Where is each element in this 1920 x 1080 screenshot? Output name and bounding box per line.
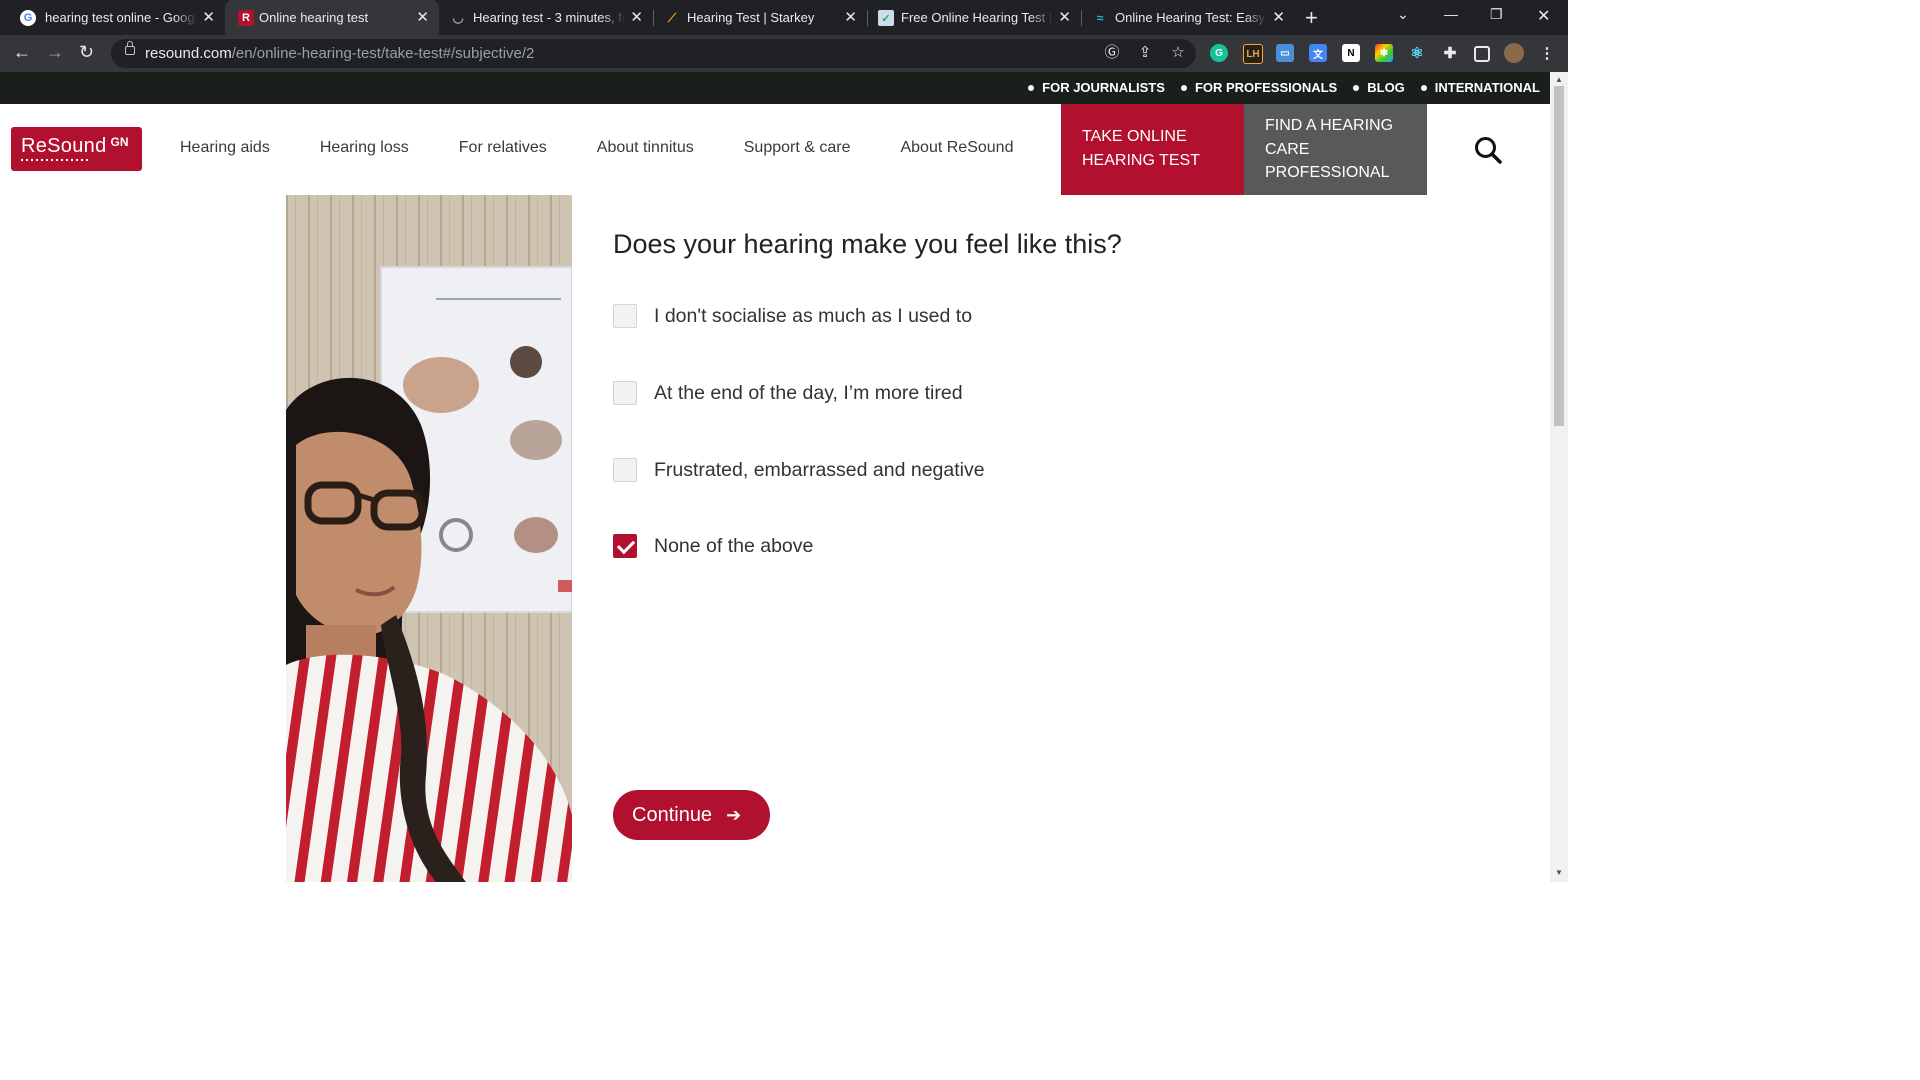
- address-bar[interactable]: resound.com/en/online-hearing-test/take-…: [111, 39, 1196, 68]
- nav-support-care[interactable]: Support & care: [744, 139, 851, 157]
- search-icon[interactable]: [1474, 136, 1502, 164]
- lighthouse-extension-icon[interactable]: LH: [1243, 44, 1263, 64]
- wave-icon: ≈: [1096, 11, 1104, 25]
- utility-bar: FOR JOURNALISTS FOR PROFESSIONALS BLOG I…: [0, 72, 1550, 104]
- reload-icon[interactable]: ↻: [79, 42, 94, 63]
- option-none-of-the-above[interactable]: None of the above: [613, 534, 813, 558]
- close-tab-icon[interactable]: ✕: [844, 8, 857, 26]
- find-hearing-care-professional-button[interactable]: FIND A HEARING CARE PROFESSIONAL: [1244, 104, 1427, 195]
- tab-title: hearing test online - Google Search: [45, 10, 197, 25]
- checkbox[interactable]: [613, 381, 637, 405]
- nav-hearing-aids[interactable]: Hearing aids: [180, 139, 270, 157]
- for-professionals-link[interactable]: FOR PROFESSIONALS: [1180, 80, 1337, 95]
- nav-for-relatives[interactable]: For relatives: [459, 139, 547, 157]
- starkey-icon: ⟋: [667, 10, 677, 25]
- tab-search-chevron-icon[interactable]: ⌄: [1397, 6, 1409, 23]
- nav-about-tinnitus[interactable]: About tinnitus: [597, 139, 694, 157]
- question-heading: Does your hearing make you feel like thi…: [613, 229, 1122, 259]
- close-tab-icon[interactable]: ✕: [630, 8, 643, 26]
- share-icon[interactable]: ⇪: [1136, 44, 1154, 62]
- side-panel-icon[interactable]: [1474, 46, 1490, 62]
- extension-icon[interactable]: ▭: [1276, 44, 1294, 62]
- browser-tab[interactable]: ≈ Online Hearing Test: Easy, Fast ✕: [1081, 0, 1295, 35]
- nav-about-resound[interactable]: About ReSound: [900, 139, 1013, 157]
- url-text: resound.com/en/online-hearing-test/take-…: [145, 45, 535, 62]
- checkmark-box-icon: ✓: [878, 10, 894, 26]
- checkbox-checked[interactable]: [613, 534, 637, 558]
- scroll-down-icon[interactable]: ▼: [1555, 868, 1563, 877]
- minimize-icon[interactable]: —: [1444, 6, 1458, 22]
- close-tab-icon[interactable]: ✕: [416, 8, 429, 26]
- google-icon: G: [20, 10, 36, 26]
- tab-title: Hearing Test | Starkey: [687, 10, 815, 25]
- bookmark-star-icon[interactable]: ☆: [1169, 44, 1187, 62]
- resound-favicon-icon: R: [238, 10, 254, 26]
- option-label: None of the above: [654, 534, 814, 557]
- tab-title: Online hearing test: [259, 10, 369, 25]
- international-link[interactable]: INTERNATIONAL: [1420, 80, 1540, 95]
- profile-avatar[interactable]: [1504, 43, 1524, 63]
- puzzle-extensions-icon[interactable]: ✚: [1441, 44, 1459, 62]
- browser-tab[interactable]: G hearing test online - Google Search ✕: [0, 0, 225, 35]
- continue-button[interactable]: Continue ➔: [613, 790, 770, 840]
- close-tab-icon[interactable]: ✕: [202, 8, 215, 26]
- browser-tab-strip: G hearing test online - Google Search ✕ …: [0, 0, 1568, 35]
- nav-hearing-loss[interactable]: Hearing loss: [320, 139, 409, 157]
- option-label: At the end of the day, I’m more tired: [654, 381, 963, 404]
- translate-extension-icon[interactable]: 文: [1309, 44, 1327, 62]
- woman-with-glasses-photo: [286, 195, 572, 882]
- scrollbar-thumb[interactable]: [1554, 86, 1564, 426]
- page-scrollbar[interactable]: ▲ ▼: [1550, 72, 1568, 882]
- close-tab-icon[interactable]: ✕: [1272, 8, 1285, 26]
- browser-toolbar: ← → ↻ resound.com/en/online-hearing-test…: [0, 35, 1568, 72]
- forward-arrow-icon[interactable]: →: [46, 42, 64, 63]
- option-more-tired[interactable]: At the end of the day, I’m more tired: [613, 381, 963, 405]
- close-window-icon[interactable]: ✕: [1537, 6, 1550, 26]
- for-journalists-link[interactable]: FOR JOURNALISTS: [1028, 80, 1165, 95]
- blog-link[interactable]: BLOG: [1353, 80, 1405, 95]
- scroll-up-icon[interactable]: ▲: [1555, 75, 1563, 84]
- restore-icon[interactable]: ❐: [1490, 6, 1503, 23]
- option-frustrated[interactable]: Frustrated, embarrassed and negative: [613, 458, 985, 482]
- notion-extension-icon[interactable]: N: [1342, 44, 1360, 62]
- checkbox[interactable]: [613, 458, 637, 482]
- browser-tab[interactable]: ◡ Hearing test - 3 minutes, free ✕: [439, 0, 653, 35]
- checkbox[interactable]: [613, 304, 637, 328]
- logo-dots: [21, 159, 89, 161]
- color-extension-icon[interactable]: ✱: [1375, 44, 1393, 62]
- arrow-right-icon: ➔: [726, 804, 742, 825]
- google-lens-icon[interactable]: Ⓖ: [1103, 44, 1121, 62]
- option-label: Frustrated, embarrassed and negative: [654, 458, 985, 481]
- option-socialise[interactable]: I don't socialise as much as I used to: [613, 304, 972, 328]
- take-online-hearing-test-button[interactable]: TAKE ONLINE HEARING TEST: [1061, 104, 1244, 195]
- browser-tab[interactable]: ✓ Free Online Hearing Test | Tinnitus ✕: [867, 0, 1081, 35]
- lock-icon[interactable]: [125, 41, 135, 55]
- grammarly-extension-icon[interactable]: G: [1210, 44, 1228, 62]
- site-header: ReSound GN Hearing aids Hearing loss For …: [0, 104, 1550, 195]
- tab-title: Free Online Hearing Test | Tinnitus: [901, 10, 1053, 25]
- shield-icon: ◡: [452, 10, 464, 25]
- option-label: I don't socialise as much as I used to: [654, 304, 973, 327]
- browser-tab[interactable]: ⟋ Hearing Test | Starkey ✕: [653, 0, 867, 35]
- tab-title: Online Hearing Test: Easy, Fast: [1115, 10, 1267, 25]
- new-tab-plus-icon[interactable]: +: [1305, 5, 1318, 31]
- main-nav: Hearing aids Hearing loss For relatives …: [180, 139, 1063, 157]
- back-arrow-icon[interactable]: ←: [13, 42, 31, 63]
- react-devtools-icon[interactable]: ⚛: [1408, 44, 1426, 62]
- close-tab-icon[interactable]: ✕: [1058, 8, 1071, 26]
- tab-title: Hearing test - 3 minutes, free: [473, 10, 625, 25]
- browser-tab-active[interactable]: R Online hearing test ✕: [225, 0, 439, 35]
- more-menu-icon[interactable]: ⋮: [1538, 44, 1556, 62]
- resound-logo[interactable]: ReSound GN: [11, 127, 142, 171]
